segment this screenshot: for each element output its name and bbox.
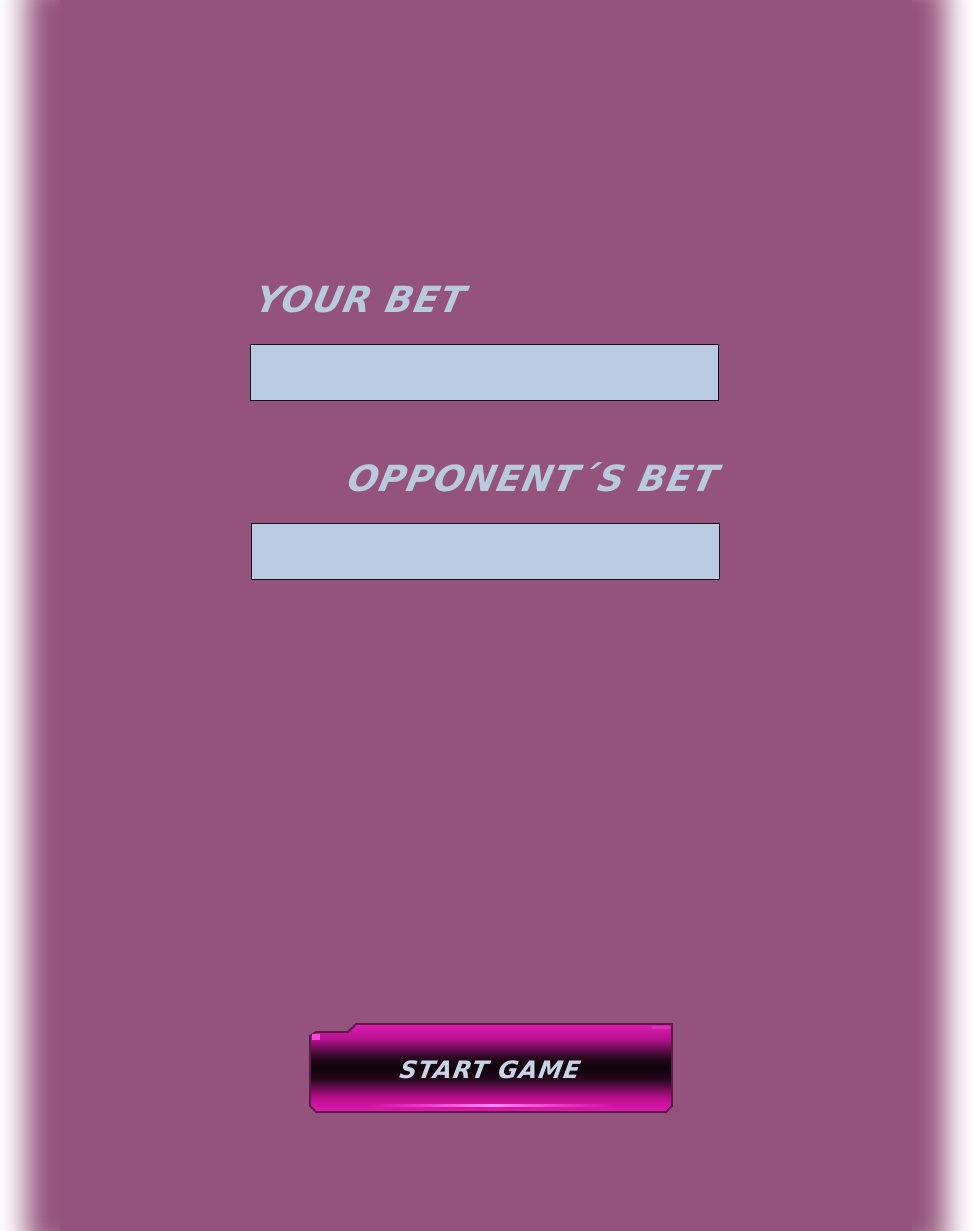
game-screen: YOUR BET OPPONENT´S BET START GAME <box>0 0 972 1231</box>
your-bet-input[interactable] <box>250 344 719 401</box>
your-bet-label: YOUR BET <box>251 280 470 321</box>
start-game-button[interactable]: START GAME <box>308 1022 674 1113</box>
opponent-bet-label: OPPONENT´S BET <box>343 459 723 500</box>
opponent-bet-input[interactable] <box>251 523 720 580</box>
start-game-label: START GAME <box>397 1055 584 1084</box>
